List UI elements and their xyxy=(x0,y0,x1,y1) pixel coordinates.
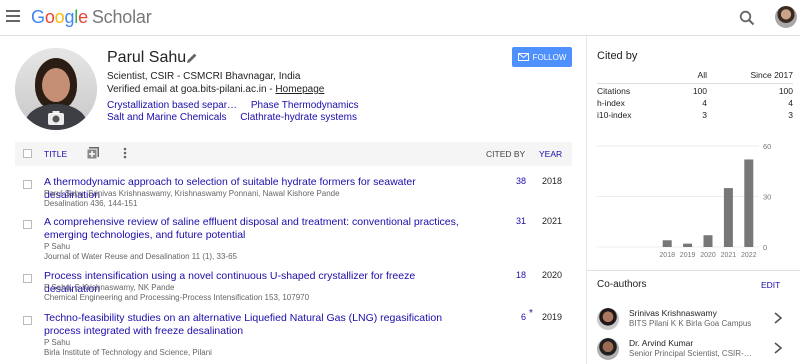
article-checkbox[interactable] xyxy=(23,316,32,325)
add-article-icon[interactable] xyxy=(86,146,100,160)
metric-since: 4 xyxy=(788,98,793,108)
camera-icon[interactable] xyxy=(46,108,66,128)
menu-icon[interactable] xyxy=(6,10,20,22)
edit-pencil-icon[interactable] xyxy=(186,52,198,64)
chart-bar-2021[interactable] xyxy=(723,188,733,247)
metric-since: 3 xyxy=(788,110,793,120)
article-year: 2020 xyxy=(542,270,563,280)
account-avatar[interactable] xyxy=(775,6,797,28)
article-title[interactable]: A comprehensive review of saline effluen… xyxy=(44,216,474,242)
interest-link[interactable]: Crystallization based separ… xyxy=(107,100,237,111)
select-all-checkbox[interactable] xyxy=(23,149,32,158)
logo-suffix: Scholar xyxy=(91,7,152,27)
chart-y-tick-label: 0 xyxy=(763,243,767,252)
chart-x-tick-label: 2019 xyxy=(680,252,696,259)
chevron-right-icon xyxy=(774,342,783,354)
chart-x-tick-label: 2021 xyxy=(721,252,737,259)
chart-x-tick-label: 2022 xyxy=(741,252,757,259)
article-checkbox[interactable] xyxy=(23,274,32,283)
article-year: 2018 xyxy=(542,176,563,186)
profile-affiliation: Scientist, CSIR - CSMCRI Bhavnagar, Indi… xyxy=(107,71,301,82)
col-all: All xyxy=(697,70,707,80)
metric-all: 3 xyxy=(702,110,707,120)
more-options-icon[interactable] xyxy=(119,146,131,160)
chart-bar-2022[interactable] xyxy=(744,159,754,247)
interest-link[interactable]: Salt and Marine Chemicals xyxy=(107,112,227,123)
coauthor-affiliation: Senior Principal Scientist, CSIR-… xyxy=(629,349,752,358)
citations-per-year-chart: 0 30 60 2018 2019 2020 2021 2022 xyxy=(597,142,771,259)
profile-main: Parul Sahu Scientist, CSIR - CSMCRI Bhav… xyxy=(0,36,586,364)
article-authors: P Sahu, S Krishnaswamy, NK Pande xyxy=(44,283,175,292)
chart-x-tick-label: 2020 xyxy=(700,252,716,259)
article-checkbox[interactable] xyxy=(23,220,32,229)
coauthor-item[interactable]: Dr. Arvind Kumar Senior Principal Scient… xyxy=(587,334,800,362)
sort-by-year[interactable]: YEAR xyxy=(539,149,562,159)
cited-by-count[interactable]: 6 xyxy=(510,312,526,322)
homepage-link[interactable]: Homepage xyxy=(275,84,324,95)
research-interests: Crystallization based separ… Phase Therm… xyxy=(107,100,497,124)
coauthor-item[interactable]: Srinivas Krishnaswamy BITS Pilani K K Bi… xyxy=(587,304,800,332)
metric-all: 100 xyxy=(692,86,707,96)
coauthor-avatar xyxy=(597,308,619,330)
metric-row: i10-index 3 3 xyxy=(597,110,793,120)
edit-coauthors-link[interactable]: EDIT xyxy=(761,280,780,290)
chevron-right-icon xyxy=(774,312,783,324)
cited-by-count[interactable]: 38 xyxy=(510,176,526,186)
metrics-header: All Since 2017 xyxy=(597,70,793,84)
metric-since: 100 xyxy=(778,86,793,96)
sidebar: Cited by All Since 2017 Citations 100 10… xyxy=(586,36,800,364)
article-venue: Birla Institute of Technology and Scienc… xyxy=(44,348,212,357)
chart-bar-2019[interactable] xyxy=(683,243,693,247)
article-venue: Journal of Water Reuse and Desalination … xyxy=(44,252,237,261)
metric-label: Citations xyxy=(597,86,631,96)
article-year: 2021 xyxy=(542,216,563,226)
citation-metrics-table: All Since 2017 Citations 100 100 h-index… xyxy=(597,70,793,120)
coauthor-name: Srinivas Krishnaswamy xyxy=(629,308,717,318)
article-authors: P Sahu xyxy=(44,338,71,347)
col-since: Since 2017 xyxy=(750,70,793,80)
chart-bar-2020[interactable] xyxy=(703,235,713,247)
metric-all: 4 xyxy=(702,98,707,108)
sort-by-title[interactable]: TITLE xyxy=(44,149,67,159)
metric-row: Citations 100 100 xyxy=(597,86,793,96)
coauthor-avatar xyxy=(597,338,619,360)
article-authors: P Sahu xyxy=(44,242,71,251)
article-title[interactable]: Techno-feasibility studies on an alterna… xyxy=(44,312,474,338)
article-authors: Parul Sahu, Srinivas Krishnaswamy, Krish… xyxy=(44,189,340,198)
sidebar-divider xyxy=(587,270,800,271)
follow-button[interactable]: FOLLOW xyxy=(512,47,572,67)
cited-by-heading: Cited by xyxy=(597,50,638,62)
search-icon[interactable] xyxy=(738,9,756,27)
google-scholar-logo[interactable]: Google Scholar xyxy=(31,7,152,28)
article-year: 2019 xyxy=(542,312,563,322)
coauthor-name: Dr. Arvind Kumar xyxy=(629,338,694,348)
top-bar: Google Scholar xyxy=(0,0,800,36)
chart-x-tick-label: 2018 xyxy=(659,252,675,259)
chart-bar-2018[interactable] xyxy=(662,240,672,247)
merged-marker: * xyxy=(529,308,533,319)
chart-y-tick-label: 60 xyxy=(763,142,771,151)
metric-label: i10-index xyxy=(597,110,632,120)
metric-label: h-index xyxy=(597,98,625,108)
coauthors-heading: Co-authors xyxy=(597,279,647,290)
article-checkbox[interactable] xyxy=(23,180,32,189)
profile-photo[interactable] xyxy=(15,48,97,130)
coauthor-affiliation: BITS Pilani K K Birla Goa Campus xyxy=(629,319,752,328)
article-venue: Desalination 436, 144-151 xyxy=(44,199,138,208)
interest-link[interactable]: Phase Thermodynamics xyxy=(251,100,359,111)
profile-name: Parul Sahu xyxy=(107,49,187,66)
interest-link[interactable]: Clathrate-hydrate systems xyxy=(240,112,357,123)
envelope-icon xyxy=(517,53,529,61)
profile-email: Verified email at goa.bits-pilani.ac.in … xyxy=(107,84,325,95)
metric-row: h-index 4 4 xyxy=(597,98,793,108)
cited-by-count[interactable]: 18 xyxy=(510,270,526,280)
articles-table-header: TITLE CITED BY YEAR xyxy=(15,142,572,166)
sort-by-cited[interactable]: CITED BY xyxy=(486,149,525,159)
cited-by-count[interactable]: 31 xyxy=(510,216,526,226)
article-venue: Chemical Engineering and Processing-Proc… xyxy=(44,293,310,302)
chart-y-tick-label: 30 xyxy=(763,193,771,202)
